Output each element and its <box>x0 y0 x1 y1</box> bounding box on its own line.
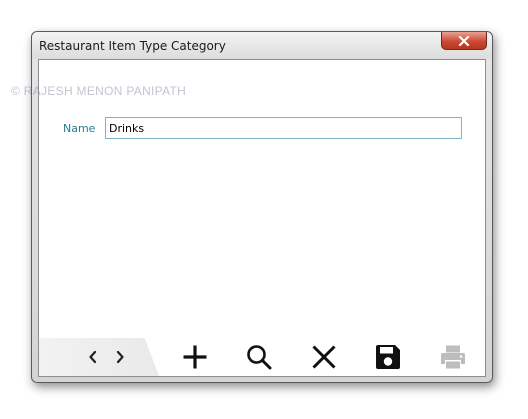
save-icon <box>376 345 400 369</box>
print-button[interactable] <box>438 342 468 372</box>
name-label: Name <box>63 122 96 135</box>
next-record-button[interactable] <box>109 342 131 372</box>
name-input[interactable] <box>105 117 462 139</box>
bottom-toolbar <box>39 338 485 376</box>
delete-button[interactable] <box>309 342 339 372</box>
plus-icon <box>183 345 207 369</box>
dialog-window: Restaurant Item Type Category Name <box>31 31 493 383</box>
close-icon <box>458 35 470 46</box>
print-icon <box>441 345 465 369</box>
close-icon <box>312 345 336 369</box>
chevron-right-icon <box>116 350 124 364</box>
search-button[interactable] <box>244 342 274 372</box>
chevron-left-icon <box>89 350 97 364</box>
search-icon <box>247 345 272 370</box>
title-bar[interactable]: Restaurant Item Type Category <box>32 32 492 59</box>
previous-record-button[interactable] <box>82 342 104 372</box>
dialog-content: Name <box>38 59 486 377</box>
add-button[interactable] <box>180 342 210 372</box>
save-button[interactable] <box>373 342 403 372</box>
close-window-button[interactable] <box>441 32 487 50</box>
window-title: Restaurant Item Type Category <box>39 39 226 53</box>
